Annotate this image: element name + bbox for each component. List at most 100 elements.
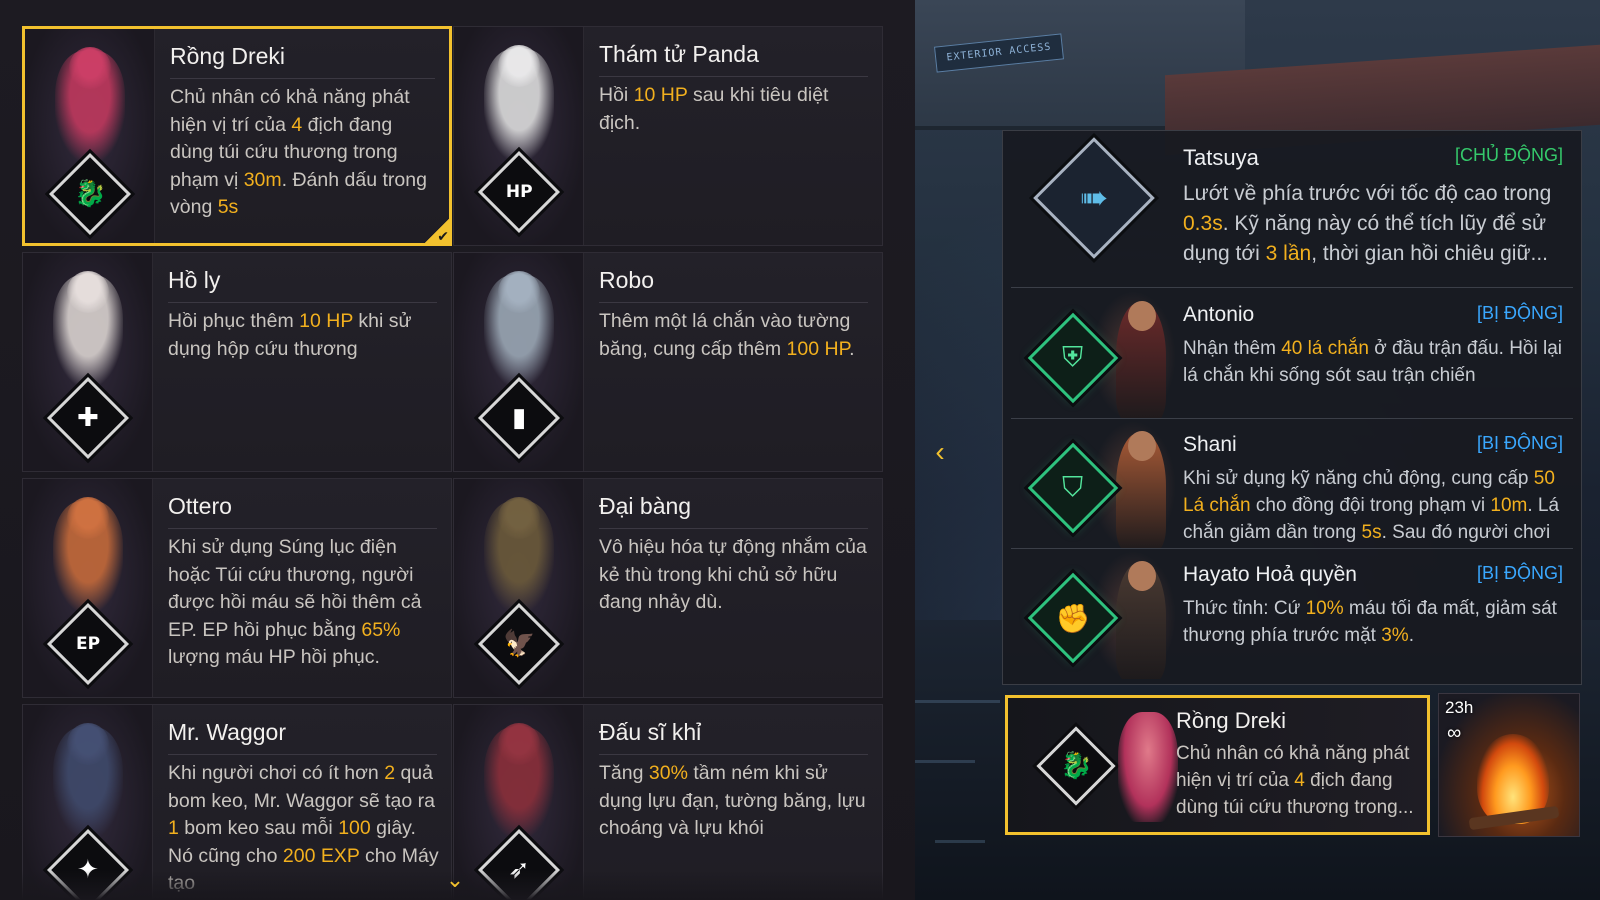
pet-portrait [484, 501, 554, 611]
character-portrait [1116, 561, 1166, 679]
highlight-value: 5s [217, 196, 239, 218]
desc-text: Vô hiệu hóa tự động nhắm của kẻ thù tron… [599, 536, 867, 613]
passive-skill-badge: [BỊ ĐỘNG] [1476, 433, 1563, 453]
highlight-value: 0.3s [1183, 212, 1223, 235]
desc-text: , thời gian hồi chiêu giữ... [1311, 242, 1549, 265]
floor-stripe [915, 700, 1000, 703]
active-skill-badge: [CHỦ ĐỘNG] [1455, 145, 1563, 165]
skill-row[interactable]: ➠ Tatsuya [CHỦ ĐỘNG] Lướt về phía trước với… [1011, 133, 1573, 288]
highlight-value: 4 [291, 113, 303, 136]
skill-character-name: Hayato Hoả quyền [1183, 563, 1357, 586]
pet-thumbnail: 🦅 [454, 479, 584, 697]
infinity-icon: ∞ [1447, 722, 1462, 744]
skill-description: Nhận thêm 40 lá chắn ở đầu trận đấu. Hồi… [1183, 335, 1565, 389]
pet-description: Khi sử dụng Súng lục điện hoặc Túi cứu t… [168, 534, 441, 672]
highlight-value: 100 [338, 817, 371, 839]
skill-list-panel: ➠ Tatsuya [CHỦ ĐỘNG] Lướt về phía trước với… [1002, 130, 1582, 685]
pet-card[interactable]: 🦅 Đại bàng Vô hiệu hóa tự động nhắm của kẻ… [453, 478, 883, 698]
desc-text: Hồi [599, 84, 634, 106]
pet-name: Thám tử Panda [599, 41, 868, 77]
desc-text: Nhận thêm [1183, 338, 1282, 359]
highlight-value: 10% [1305, 598, 1344, 619]
pet-description: Chủ nhân có khả năng phát hiện vị trí củ… [170, 84, 439, 222]
pet-portrait [484, 49, 554, 159]
skill-row[interactable]: ⛨ Antonio [BỊ ĐỘNG] Nhận thêm 40 lá chắn ở … [1011, 291, 1573, 419]
hp-paw-icon: HP [477, 150, 561, 234]
highlight-value: 100 HP [786, 337, 850, 360]
pet-portrait-rong-dreki [1118, 712, 1178, 822]
desc-text: Khi người chơi có ít hơn [168, 762, 385, 784]
pet-card[interactable]: EP Ottero Khi sử dụng Súng lục điện hoặc T… [22, 478, 452, 698]
floor-stripe [915, 760, 975, 763]
pet-name: Đấu sĩ khỉ [599, 719, 868, 755]
pet-portrait [55, 51, 125, 161]
desc-text: Thức tỉnh: Cứ [1183, 598, 1306, 619]
highlight-value: 4 [1294, 770, 1305, 791]
pet-portrait [53, 275, 123, 385]
pet-description: Vô hiệu hóa tự động nhắm của kẻ thù tron… [599, 534, 872, 617]
pet-card[interactable]: HP Thám tử Panda Hồi 10 HP sau khi tiêu di… [453, 26, 883, 246]
desc-text: bom keo sau mỗi [178, 817, 339, 839]
pet-portrait [53, 727, 123, 837]
campfire-item-slot[interactable]: 23h ∞ [1438, 693, 1580, 837]
dash-icon: ➠ [1033, 137, 1155, 259]
pet-card[interactable]: ▮ Robo Thêm một lá chắn vào tường băng, cu… [453, 252, 883, 472]
skill-description: Khi sử dụng kỹ năng chủ động, cung cấp 5… [1183, 465, 1565, 548]
pet-card[interactable]: ✚ Hồ ly Hồi phục thêm 10 HP khi sử dụng hộ… [22, 252, 452, 472]
pet-description: Tăng 30% tầm ném khi sử dụng lựu đạn, tư… [599, 760, 872, 843]
pet-name: Mr. Waggor [168, 719, 437, 755]
pet-name: Ottero [168, 493, 437, 529]
selected-pet-card[interactable]: 🐉 Rồng Dreki Chủ nhân có khả năng phát h… [1005, 695, 1430, 835]
highlight-value: 1 [168, 817, 179, 839]
skill-row[interactable]: ✊ Hayato Hoả quyền [BỊ ĐỘNG] Thức tỉnh: Cứ … [1011, 551, 1573, 679]
skill-character-name: Antonio [1183, 303, 1255, 326]
scroll-down-chevron-icon[interactable]: ⌄ [440, 868, 470, 892]
pet-name: Rồng Dreki [170, 43, 435, 79]
selected-pet-name: Rồng Dreki [1176, 708, 1287, 733]
desc-text: Lướt về phía trước với tốc độ cao trong [1183, 182, 1552, 205]
pet-description: Hồi 10 HP sau khi tiêu diệt địch. [599, 82, 872, 137]
character-portrait [1116, 431, 1166, 548]
desc-text: Khi sử dụng kỹ năng chủ động, cung cấp [1183, 468, 1534, 489]
pet-name: Hồ ly [168, 267, 437, 303]
selected-pet-description: Chủ nhân có khả năng phát hiện vị trí củ… [1176, 740, 1419, 821]
highlight-value: 10m [1490, 495, 1528, 516]
pet-portrait [53, 501, 123, 611]
highlight-value: 30% [648, 762, 688, 784]
pet-portrait [484, 275, 554, 385]
pet-description: Hồi phục thêm 10 HP khi sử dụng hộp cứu … [168, 308, 441, 363]
pet-thumbnail: EP [23, 479, 153, 697]
pet-thumbnail: ▮ [454, 253, 584, 471]
skill-row[interactable]: ⛉ Shani [BỊ ĐỘNG] Khi sử dụng kỹ năng chủ đ… [1011, 421, 1573, 549]
ep-plus-icon: EP [46, 602, 130, 686]
passive-skill-badge: [BỊ ĐỘNG] [1476, 563, 1563, 583]
highlight-value: 200 EXP [282, 844, 360, 867]
passive-skill-badge: [BỊ ĐỘNG] [1476, 303, 1563, 323]
pet-thumbnail: 🐉 [25, 29, 155, 243]
pet-thumbnail: ✚ [23, 253, 153, 471]
pet-description: Thêm một lá chắn vào tường băng, cung cấ… [599, 308, 872, 363]
eagle-icon: 🦅 [477, 602, 561, 686]
pet-portrait [484, 727, 554, 837]
highlight-value: 2 [384, 762, 396, 784]
highlight-value: 40 lá chắn [1281, 338, 1369, 359]
highlight-value: 3 lần [1265, 242, 1312, 265]
dragon-eye-icon: 🐉 [48, 152, 132, 236]
desc-text: lượng máu HP hồi phục. [168, 646, 380, 668]
skill-description: Lướt về phía trước với tốc độ cao trong … [1183, 179, 1565, 269]
medkit-icon: ✚ [46, 376, 130, 460]
dragon-eye-icon: 🐉 [1036, 726, 1116, 806]
desc-text: Hồi phục thêm [168, 310, 300, 332]
skill-character-name: Tatsuya [1183, 145, 1259, 170]
desc-text: . [849, 337, 855, 360]
item-timer: 23h [1445, 698, 1474, 717]
collapse-panel-arrow-icon[interactable]: ‹ [928, 437, 952, 467]
highlight-value: 3% [1381, 625, 1409, 646]
highlight-value: 10 HP [633, 84, 688, 106]
desc-text: cho đồng đội trong phạm vi [1250, 495, 1491, 516]
pet-card[interactable]: 🐉 Rồng Dreki Chủ nhân có khả năng phát hiệ… [22, 26, 452, 246]
pet-name: Đại bàng [599, 493, 868, 529]
selected-check-icon: ✔ [420, 218, 452, 246]
highlight-value: 5s [1361, 522, 1382, 543]
skill-description: Thức tỉnh: Cứ 10% máu tối đa mất, giảm s… [1183, 595, 1565, 649]
